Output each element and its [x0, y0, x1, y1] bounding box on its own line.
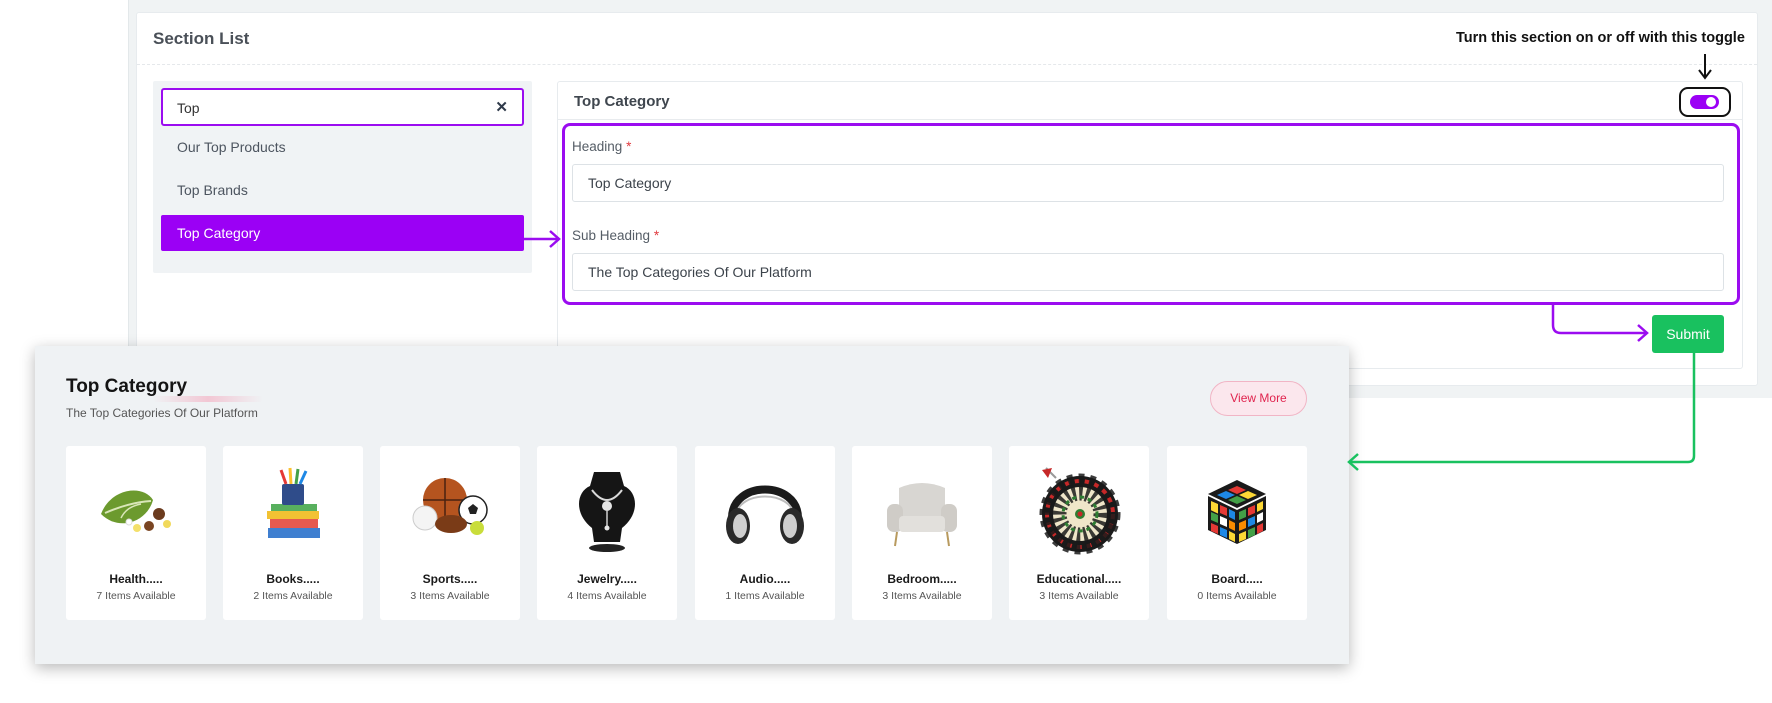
- category-card-audio[interactable]: Audio..... 1 Items Available: [695, 446, 835, 620]
- section-item-top-brands[interactable]: Top Brands: [161, 172, 524, 208]
- heading-label: Heading *: [572, 139, 631, 154]
- category-count: 4 Items Available: [567, 590, 647, 602]
- heading-label-text: Heading: [572, 139, 623, 154]
- section-preview: Top Category The Top Categories Of Our P…: [35, 346, 1349, 664]
- toggle-highlight: [1679, 87, 1731, 117]
- headphones-icon: [726, 485, 804, 544]
- books-icon: [267, 467, 320, 538]
- toggle-annotation: Turn this section on or off with this to…: [1456, 30, 1745, 46]
- category-name: Jewelry.....: [577, 572, 637, 586]
- subheading-label-text: Sub Heading: [572, 228, 651, 243]
- section-item-top-category[interactable]: Top Category: [161, 215, 524, 251]
- sports-balls-icon: [412, 478, 488, 535]
- section-form-panel: Top Category Heading * Sub Heading *: [557, 81, 1743, 369]
- view-more-button[interactable]: View More: [1210, 381, 1307, 416]
- section-toggle[interactable]: [1690, 95, 1719, 109]
- armchair-icon: [887, 483, 957, 547]
- subheading-label: Sub Heading *: [572, 228, 659, 243]
- stage: Section List ✕ Our Top Products Top Bran…: [0, 0, 1772, 703]
- category-name: Books.....: [266, 572, 320, 586]
- clear-icon[interactable]: ✕: [495, 98, 508, 116]
- preview-subtitle: The Top Categories Of Our Platform: [66, 406, 258, 420]
- subheading-field: [572, 253, 1724, 291]
- category-name: Sports.....: [422, 572, 478, 586]
- category-card-sports[interactable]: Sports..... 3 Items Available: [380, 446, 520, 620]
- heading-field: [572, 164, 1724, 202]
- category-count: 2 Items Available: [253, 590, 333, 602]
- category-name: Health.....: [109, 572, 163, 586]
- required-mark: *: [626, 139, 632, 154]
- dartboard-icon: [1039, 467, 1121, 555]
- submit-button[interactable]: Submit: [1652, 315, 1724, 353]
- category-name: Educational.....: [1036, 572, 1122, 586]
- category-name: Board.....: [1211, 572, 1263, 586]
- search-input[interactable]: [177, 98, 477, 118]
- category-count: 1 Items Available: [725, 590, 805, 602]
- section-item-our-top-products[interactable]: Our Top Products: [161, 129, 524, 165]
- category-card-health[interactable]: Health..... 7 Items Available: [66, 446, 206, 620]
- section-list-title: Section List: [153, 29, 250, 48]
- divider: [137, 64, 1757, 65]
- category-count: 3 Items Available: [882, 590, 962, 602]
- category-card-bedroom[interactable]: Bedroom..... 3 Items Available: [852, 446, 992, 620]
- section-list-panel: ✕ Our Top Products Top Brands Top Catego…: [153, 81, 532, 273]
- toggle-knob: [1706, 97, 1716, 107]
- preview-title: Top Category: [66, 376, 188, 397]
- category-count: 0 Items Available: [1197, 590, 1277, 602]
- category-name: Bedroom.....: [887, 572, 957, 586]
- heading-input[interactable]: [573, 165, 1723, 201]
- category-card-educational[interactable]: Educational..... 3 Items Available: [1009, 446, 1149, 620]
- rubiks-cube-icon: [1208, 480, 1266, 544]
- category-count: 7 Items Available: [96, 590, 176, 602]
- category-count: 3 Items Available: [410, 590, 490, 602]
- section-list-card: Section List ✕ Our Top Products Top Bran…: [136, 12, 1758, 386]
- form-title: Top Category: [574, 93, 670, 110]
- search-box: ✕: [161, 88, 524, 126]
- form-header: Top Category: [558, 82, 1742, 120]
- category-count: 3 Items Available: [1039, 590, 1119, 602]
- jewelry-necklace-icon: [579, 472, 635, 552]
- category-name: Audio.....: [739, 572, 791, 586]
- category-card-books[interactable]: Books..... 2 Items Available: [223, 446, 363, 620]
- health-leaf-icon: [101, 490, 171, 532]
- subheading-input[interactable]: [573, 254, 1723, 290]
- category-card-board[interactable]: Board..... 0 Items Available: [1167, 446, 1307, 620]
- category-card-jewelry[interactable]: Jewelry..... 4 Items Available: [537, 446, 677, 620]
- required-mark: *: [653, 228, 660, 243]
